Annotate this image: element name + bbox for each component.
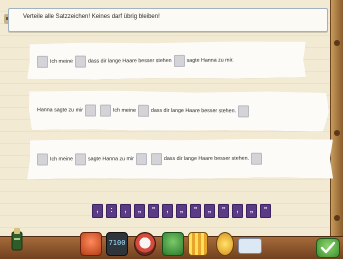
- sentence-segment: dass dir lange Haare besser stehen: [87, 57, 172, 65]
- stop-icon[interactable]: [80, 232, 102, 256]
- sentence-row: Ich meine dass dir lange Haare besser st…: [27, 41, 306, 80]
- counter-display: 7100: [106, 232, 128, 256]
- drop-slot[interactable]: [251, 153, 262, 165]
- drop-slot[interactable]: [75, 55, 86, 67]
- sun-icon[interactable]: [216, 232, 234, 256]
- sentence-card-2: Hanna sagte zu mir Ich meine dass dir la…: [29, 90, 329, 132]
- sentence-segment: dass dir lange Haare besser stehen.: [150, 107, 237, 115]
- sentence-segment: Ich meine: [112, 107, 136, 114]
- punctuation-token[interactable]: „: [134, 204, 145, 218]
- drop-slot[interactable]: [238, 105, 249, 117]
- drop-slot[interactable]: [100, 105, 111, 117]
- rail-peg: [334, 215, 340, 221]
- instruction-strip: Verteile alle Satzzeichen! Keines darf ü…: [8, 8, 328, 32]
- punctuation-token[interactable]: ,: [92, 204, 103, 218]
- sentence-card-1: Ich meine dass dir lange Haare besser st…: [27, 41, 306, 80]
- sentence-card-3: Ich meine sagte Hanna zu mir dass dir la…: [27, 138, 333, 179]
- sentence-segment: Ich meine: [49, 156, 73, 163]
- punctuation-token[interactable]: ": [190, 204, 201, 218]
- sentence-segment: Hanna sagte zu mir: [36, 107, 83, 114]
- counter-value: 7100: [108, 239, 126, 247]
- check-button[interactable]: [316, 238, 340, 258]
- sentence-segment: dass dir lange Haare besser stehen.: [163, 155, 250, 163]
- stripes-icon[interactable]: [188, 232, 208, 256]
- sentence-segment: Ich meine: [49, 58, 73, 65]
- speech-icon[interactable]: [238, 238, 262, 254]
- rail-peg: [334, 130, 340, 136]
- punctuation-token[interactable]: „: [204, 204, 215, 218]
- instruction-text: Verteile alle Satzzeichen! Keines darf ü…: [23, 14, 160, 20]
- green-icon[interactable]: [162, 232, 184, 256]
- book-icon[interactable]: [10, 226, 24, 252]
- rail-peg: [334, 40, 340, 46]
- punctuation-token[interactable]: ": [218, 204, 229, 218]
- game-screen: Verteile alle Satzzeichen! Keines darf ü…: [0, 0, 343, 259]
- sentence-segment: sagte Hanna zu mir: [87, 156, 134, 163]
- punctuation-token[interactable]: :: [106, 204, 117, 218]
- check-icon: [320, 241, 336, 254]
- wooden-rail: [330, 0, 343, 259]
- sentence-row: Hanna sagte zu mir Ich meine dass dir la…: [29, 90, 329, 132]
- punctuation-token[interactable]: ": [260, 204, 271, 218]
- punctuation-token[interactable]: „: [246, 204, 257, 218]
- drop-slot[interactable]: [136, 153, 147, 165]
- drop-slot[interactable]: [37, 55, 48, 67]
- drop-slot[interactable]: [138, 105, 149, 117]
- punctuation-token[interactable]: „: [176, 204, 187, 218]
- sentence-segment: sagte Hanna zu mir.: [186, 57, 234, 64]
- punctuation-token[interactable]: ,: [232, 204, 243, 218]
- tool-group: 7100: [80, 232, 280, 259]
- drop-slot[interactable]: [151, 153, 162, 165]
- punctuation-token[interactable]: ": [148, 204, 159, 218]
- drop-slot[interactable]: [85, 105, 96, 117]
- sentence-row: Ich meine sagte Hanna zu mir dass dir la…: [27, 138, 333, 179]
- punctuation-token[interactable]: ,: [120, 204, 131, 218]
- drop-slot[interactable]: [75, 153, 86, 165]
- punctuation-token[interactable]: ,: [162, 204, 173, 218]
- help-wheel-icon[interactable]: [134, 232, 156, 256]
- drop-slot[interactable]: [37, 153, 48, 165]
- drop-slot[interactable]: [174, 54, 185, 66]
- punctuation-tray: , : , „ " , „ " „ " , „ ": [92, 204, 271, 218]
